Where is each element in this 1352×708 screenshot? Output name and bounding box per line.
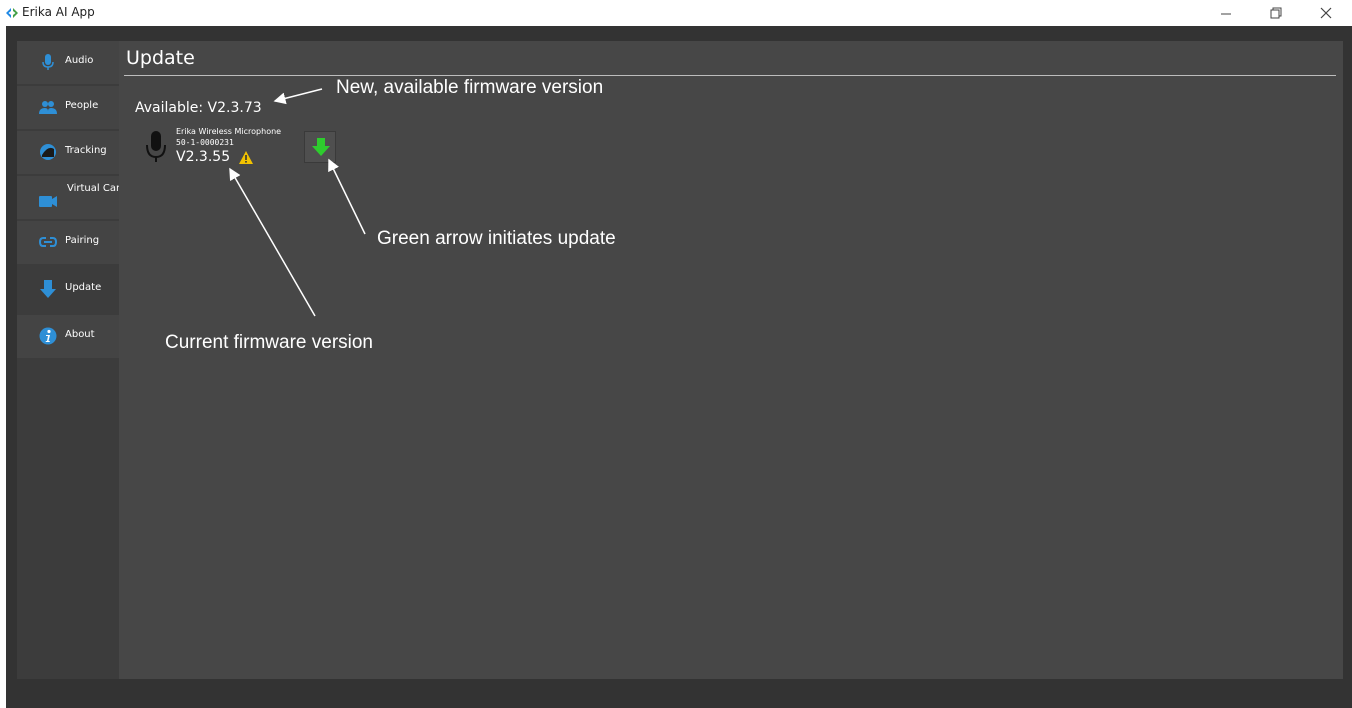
close-button[interactable]	[1306, 0, 1346, 26]
warning-icon	[239, 151, 253, 164]
minimize-icon	[1221, 13, 1231, 15]
update-panel: Update Available: V2.3.73 Erika Wireless…	[119, 41, 1343, 679]
title-divider	[124, 75, 1336, 76]
download-arrow-icon	[40, 280, 56, 298]
sidebar: Audio People Tracking Virtual Camera Pai…	[17, 41, 143, 679]
sidebar-item-pairing[interactable]: Pairing	[17, 221, 119, 264]
annotation-current-version: Current firmware version	[165, 332, 373, 353]
sidebar-item-virtual-camera[interactable]: Virtual Camera	[17, 176, 143, 219]
microphone-icon	[146, 131, 166, 162]
annotation-green-arrow: Green arrow initiates update	[377, 228, 616, 249]
update-button[interactable]	[304, 131, 336, 163]
page-title: Update	[126, 47, 195, 69]
sidebar-item-audio[interactable]: Audio	[17, 41, 119, 84]
available-version: Available: V2.3.73	[135, 100, 262, 116]
info-icon	[39, 327, 57, 345]
device-serial: 50-1-0000231	[176, 138, 234, 147]
minimize-button[interactable]	[1206, 0, 1246, 26]
sidebar-item-label: Audio	[65, 55, 94, 66]
sidebar-item-update[interactable]: Update	[17, 268, 119, 311]
current-version: V2.3.55	[176, 149, 231, 165]
device-name: Erika Wireless Microphone	[176, 127, 282, 136]
people-icon	[39, 101, 57, 114]
restore-icon	[1270, 7, 1282, 19]
sidebar-item-label: About	[65, 329, 95, 340]
sidebar-item-label: Tracking	[65, 145, 107, 156]
app-logo-icon	[6, 8, 18, 18]
sidebar-item-label: Update	[65, 282, 102, 293]
green-download-arrow-icon	[312, 138, 330, 156]
app-title: Erika AI App	[22, 5, 95, 19]
sidebar-item-label: People	[65, 100, 99, 111]
microphone-icon	[42, 54, 54, 70]
sidebar-item-label: Pairing	[65, 235, 100, 246]
restore-button[interactable]	[1256, 0, 1296, 26]
tracking-icon	[40, 144, 56, 160]
pairing-icon	[39, 237, 57, 247]
annotation-new-version: New, available firmware version	[336, 77, 604, 98]
sidebar-item-about[interactable]: About	[17, 315, 119, 358]
sidebar-item-label: Virtual Camera	[67, 183, 143, 194]
title-bar: Erika AI App	[0, 0, 1352, 26]
sidebar-item-people[interactable]: People	[17, 86, 119, 129]
sidebar-item-tracking[interactable]: Tracking	[17, 131, 119, 174]
camera-icon	[39, 196, 57, 207]
close-icon	[1320, 7, 1332, 19]
